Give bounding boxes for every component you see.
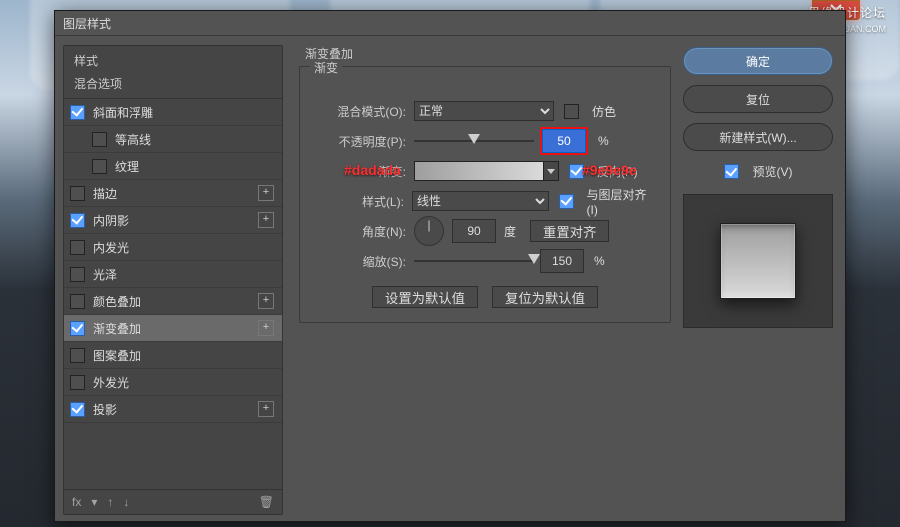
style-item-label: 斜面和浮雕 — [93, 104, 274, 121]
align-label: 与图层对齐(I) — [587, 186, 656, 217]
opacity-label: 不透明度(P): — [314, 133, 406, 150]
angle-input[interactable] — [452, 219, 496, 243]
make-default-button[interactable]: 设置为默认值 — [372, 286, 478, 308]
style-item-11[interactable]: 投影+ — [64, 396, 282, 423]
gradient-dropdown[interactable] — [544, 161, 559, 181]
style-item-label: 图案叠加 — [93, 347, 274, 364]
blend-mode-label: 混合模式(O): — [314, 103, 406, 120]
styles-footer: fx ▾ ↑ ↓ 🗑 — [64, 489, 282, 514]
reset-align-button[interactable]: 重置对齐 — [530, 220, 609, 242]
align-checkbox[interactable] — [559, 194, 574, 209]
style-label: 样式(L): — [314, 193, 404, 210]
style-item-checkbox[interactable] — [70, 321, 85, 336]
style-item-8[interactable]: 渐变叠加+ — [64, 315, 282, 342]
style-item-checkbox[interactable] — [70, 213, 85, 228]
trash-icon[interactable]: 🗑 — [259, 495, 274, 509]
add-effect-icon[interactable]: + — [258, 293, 274, 309]
style-item-checkbox[interactable] — [70, 186, 85, 201]
opacity-slider[interactable] — [414, 134, 534, 148]
preview-panel — [683, 194, 833, 328]
section-title: 渐变叠加 — [305, 45, 671, 62]
blending-options[interactable]: 混合选项 — [64, 73, 282, 99]
add-effect-icon[interactable]: + — [258, 212, 274, 228]
style-select[interactable]: 线性 — [412, 191, 549, 211]
style-item-5[interactable]: 内发光 — [64, 234, 282, 261]
style-item-label: 光泽 — [93, 266, 274, 283]
style-item-9[interactable]: 图案叠加 — [64, 342, 282, 369]
style-item-label: 投影 — [93, 401, 258, 418]
cancel-button[interactable]: 复位 — [683, 85, 833, 113]
scale-slider[interactable] — [414, 254, 534, 268]
style-item-checkbox[interactable] — [70, 294, 85, 309]
angle-label: 角度(N): — [314, 223, 406, 240]
styles-list: 斜面和浮雕等高线纹理描边+内阴影+内发光光泽颜色叠加+渐变叠加+图案叠加外发光投… — [64, 99, 282, 489]
preview-checkbox[interactable] — [724, 164, 739, 179]
blend-mode-select[interactable]: 正常 — [414, 101, 554, 121]
scale-label: 缩放(S): — [314, 253, 406, 270]
dither-label: 仿色 — [592, 103, 616, 120]
add-effect-icon[interactable]: + — [258, 320, 274, 336]
opacity-input[interactable] — [542, 129, 586, 153]
scale-unit: % — [594, 254, 605, 268]
dialog-title: 图层样式 — [63, 15, 111, 32]
style-item-label: 外发光 — [93, 374, 274, 391]
add-effect-icon[interactable]: + — [258, 185, 274, 201]
style-item-2[interactable]: 纹理 — [64, 153, 282, 180]
style-item-checkbox[interactable] — [70, 267, 85, 282]
annotation-left: #dadada — [344, 162, 401, 178]
ok-button[interactable]: 确定 — [683, 47, 833, 75]
style-item-label: 描边 — [93, 185, 258, 202]
preview-swatch — [720, 223, 796, 299]
preview-label: 预览(V) — [753, 163, 793, 180]
style-item-10[interactable]: 外发光 — [64, 369, 282, 396]
style-item-label: 等高线 — [115, 131, 274, 148]
fx-menu-icon[interactable]: ▾ — [91, 495, 97, 509]
style-item-checkbox[interactable] — [70, 348, 85, 363]
gradient-group: 渐变 混合模式(O): 正常 仿色 不透明度(P): — [299, 66, 671, 323]
dither-checkbox[interactable] — [564, 104, 579, 119]
scale-input[interactable] — [540, 249, 584, 273]
move-up-icon[interactable]: ↑ — [107, 495, 113, 509]
style-item-6[interactable]: 光泽 — [64, 261, 282, 288]
add-effect-icon[interactable]: + — [258, 401, 274, 417]
style-item-0[interactable]: 斜面和浮雕 — [64, 99, 282, 126]
opacity-unit: % — [598, 134, 609, 148]
annotation-right: #9e9e9e — [582, 162, 637, 178]
style-item-label: 渐变叠加 — [93, 320, 258, 337]
layer-style-dialog: 图层样式 样式 混合选项 斜面和浮雕等高线纹理描边+内阴影+内发光光泽颜色叠加+… — [54, 10, 846, 522]
style-item-7[interactable]: 颜色叠加+ — [64, 288, 282, 315]
style-item-label: 颜色叠加 — [93, 293, 258, 310]
reset-default-button[interactable]: 复位为默认值 — [492, 286, 598, 308]
gradient-preview[interactable] — [414, 161, 544, 181]
style-item-label: 内发光 — [93, 239, 274, 256]
style-item-checkbox[interactable] — [70, 375, 85, 390]
style-item-1[interactable]: 等高线 — [64, 126, 282, 153]
style-item-checkbox[interactable] — [92, 159, 107, 174]
opacity-highlight — [540, 127, 588, 155]
style-item-checkbox[interactable] — [70, 402, 85, 417]
angle-unit: 度 — [504, 223, 516, 240]
style-item-checkbox[interactable] — [70, 105, 85, 120]
style-item-4[interactable]: 内阴影+ — [64, 207, 282, 234]
fx-icon[interactable]: fx — [72, 495, 81, 509]
move-down-icon[interactable]: ↓ — [123, 495, 129, 509]
styles-panel: 样式 混合选项 斜面和浮雕等高线纹理描边+内阴影+内发光光泽颜色叠加+渐变叠加+… — [63, 45, 283, 515]
new-style-button[interactable]: 新建样式(W)... — [683, 123, 833, 151]
style-item-label: 纹理 — [115, 158, 274, 175]
style-item-label: 内阴影 — [93, 212, 258, 229]
style-item-3[interactable]: 描边+ — [64, 180, 282, 207]
style-item-checkbox[interactable] — [70, 240, 85, 255]
group-label: 渐变 — [310, 59, 342, 76]
angle-dial[interactable] — [414, 216, 444, 246]
dialog-titlebar: 图层样式 — [55, 11, 845, 36]
styles-header: 样式 — [64, 46, 282, 73]
style-item-checkbox[interactable] — [92, 132, 107, 147]
